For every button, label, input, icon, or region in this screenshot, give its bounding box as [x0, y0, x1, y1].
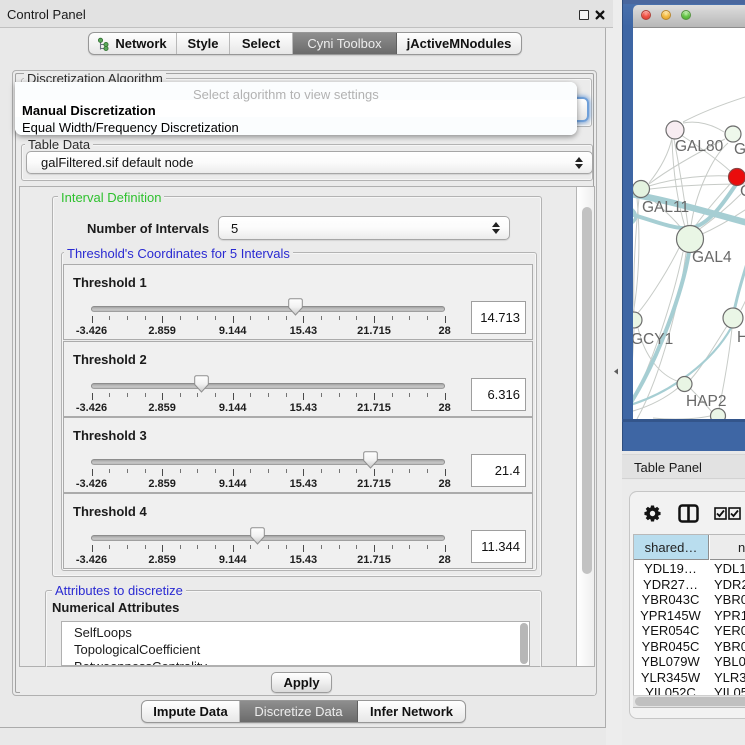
svg-text:GAL4: GAL4	[692, 249, 732, 266]
svg-text:HAP2: HAP2	[686, 393, 727, 410]
svg-text:GA: GA	[734, 141, 745, 158]
svg-text:C: C	[740, 183, 745, 200]
svg-text:GAL11: GAL11	[642, 199, 689, 216]
svg-text:GCY1: GCY1	[633, 331, 673, 348]
svg-text:GAL80: GAL80	[675, 138, 724, 155]
svg-text:H: H	[737, 329, 745, 346]
